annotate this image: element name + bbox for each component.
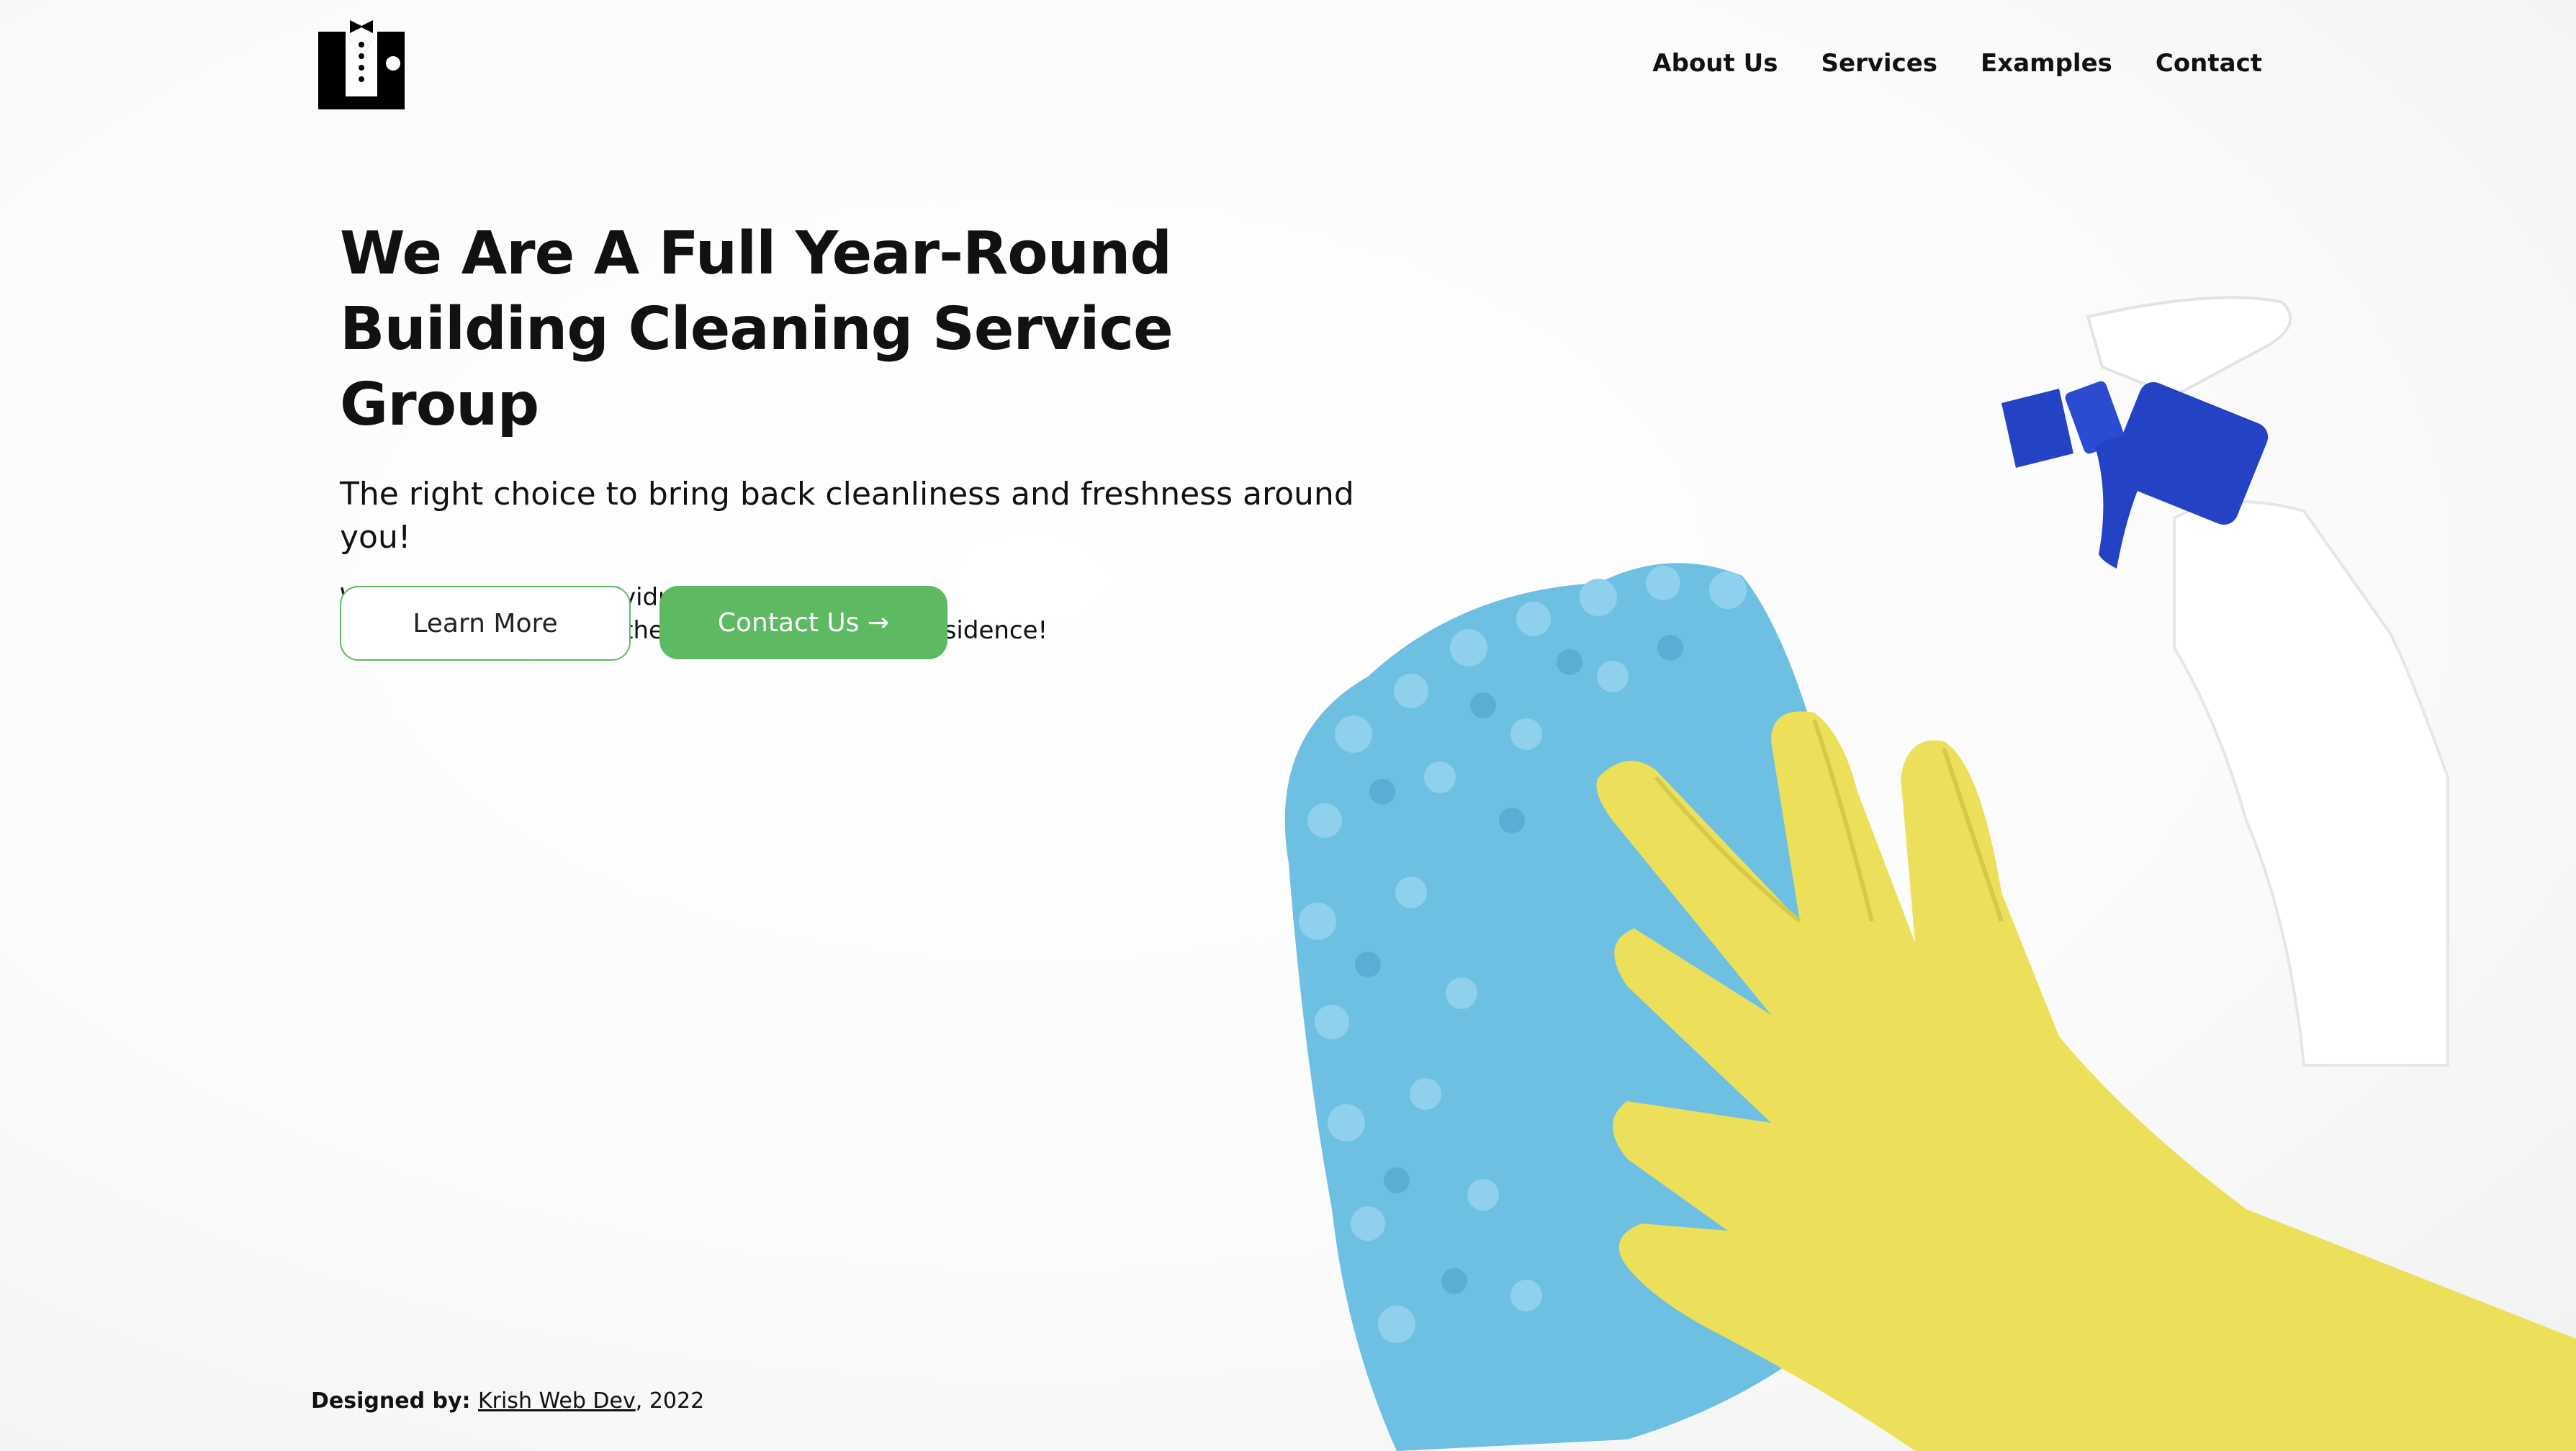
footer-year: , 2022	[635, 1388, 705, 1414]
footer-prefix: Designed by:	[311, 1388, 478, 1414]
tuxedo-logo-icon[interactable]	[318, 16, 405, 109]
nav-about-us[interactable]: About Us	[1652, 49, 1778, 78]
nav-services[interactable]: Services	[1821, 49, 1937, 78]
footer-credit: Designed by: Krish Web Dev, 2022	[311, 1388, 704, 1414]
author-link[interactable]: Krish Web Dev	[478, 1388, 636, 1414]
hero-buttons: Learn More Contact Us →	[340, 586, 947, 661]
nav-examples[interactable]: Examples	[1981, 49, 2112, 78]
contact-us-button[interactable]: Contact Us →	[659, 586, 947, 659]
cleaning-illustration	[1284, 296, 2576, 1451]
main-nav: About Us Services Examples Contact	[1652, 49, 2262, 78]
spray-bottle-image	[2001, 296, 2449, 1067]
nav-contact[interactable]: Contact	[2156, 49, 2262, 78]
learn-more-button[interactable]: Learn More	[340, 586, 631, 661]
